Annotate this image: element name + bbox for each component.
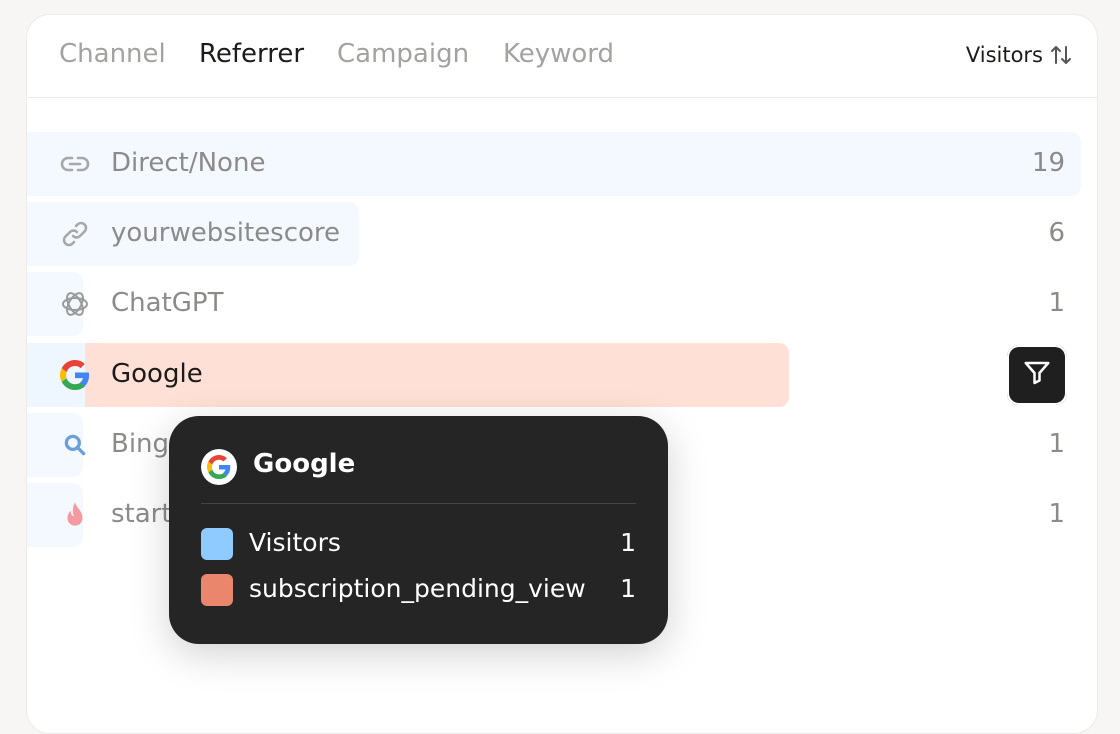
list-item[interactable]: Direct/None 19 xyxy=(27,132,1097,196)
tooltip-divider xyxy=(201,503,636,504)
tab-channel[interactable]: Channel xyxy=(59,39,166,69)
row-label: start xyxy=(111,499,172,529)
tab-campaign[interactable]: Campaign xyxy=(337,39,469,69)
row-value: 19 xyxy=(1031,148,1065,178)
filter-button[interactable] xyxy=(1007,345,1067,405)
link-icon xyxy=(59,148,91,180)
row-value: 1 xyxy=(1048,429,1065,459)
tooltip-item-label: subscription_pending_view xyxy=(249,574,586,603)
google-icon xyxy=(201,449,237,485)
google-icon xyxy=(59,359,91,391)
tab-keyword[interactable]: Keyword xyxy=(503,39,614,69)
tooltip-item: subscription_pending_view 1 xyxy=(201,574,636,606)
tab-referrer[interactable]: Referrer xyxy=(199,39,304,69)
tooltip-title: Google xyxy=(253,449,356,479)
sort-arrows-icon xyxy=(1049,43,1073,67)
legend-swatch xyxy=(201,574,233,606)
list-item[interactable]: Google xyxy=(27,343,1097,407)
tooltip-item-label: Visitors xyxy=(249,528,341,557)
row-label: ChatGPT xyxy=(111,288,224,318)
row-label: Google xyxy=(111,359,203,389)
sort-visitors-button[interactable]: Visitors xyxy=(966,43,1073,67)
row-value: 1 xyxy=(1048,288,1065,318)
tooltip-item-value: 1 xyxy=(620,574,636,603)
legend-swatch xyxy=(201,528,233,560)
tab-bar: Channel Referrer Campaign Keyword Visito… xyxy=(27,15,1097,98)
row-value: 1 xyxy=(1048,499,1065,529)
tooltip-item: Visitors 1 xyxy=(201,528,636,560)
list-item[interactable]: ChatGPT 1 xyxy=(27,272,1097,336)
sort-label: Visitors xyxy=(965,43,1043,67)
row-label: Direct/None xyxy=(111,148,266,178)
row-value: 6 xyxy=(1048,218,1065,248)
openai-icon xyxy=(59,288,91,320)
row-label: yourwebsitescore xyxy=(111,218,341,248)
row-label: Bing xyxy=(111,429,170,459)
flame-icon xyxy=(59,499,91,531)
filter-icon xyxy=(1022,358,1052,392)
hover-tooltip: Google Visitors 1 subscription_pending_v… xyxy=(169,416,668,644)
tooltip-item-value: 1 xyxy=(620,528,636,557)
link-icon xyxy=(59,218,91,250)
list-item[interactable]: yourwebsitescore 6 xyxy=(27,202,1097,266)
search-icon xyxy=(59,429,91,461)
